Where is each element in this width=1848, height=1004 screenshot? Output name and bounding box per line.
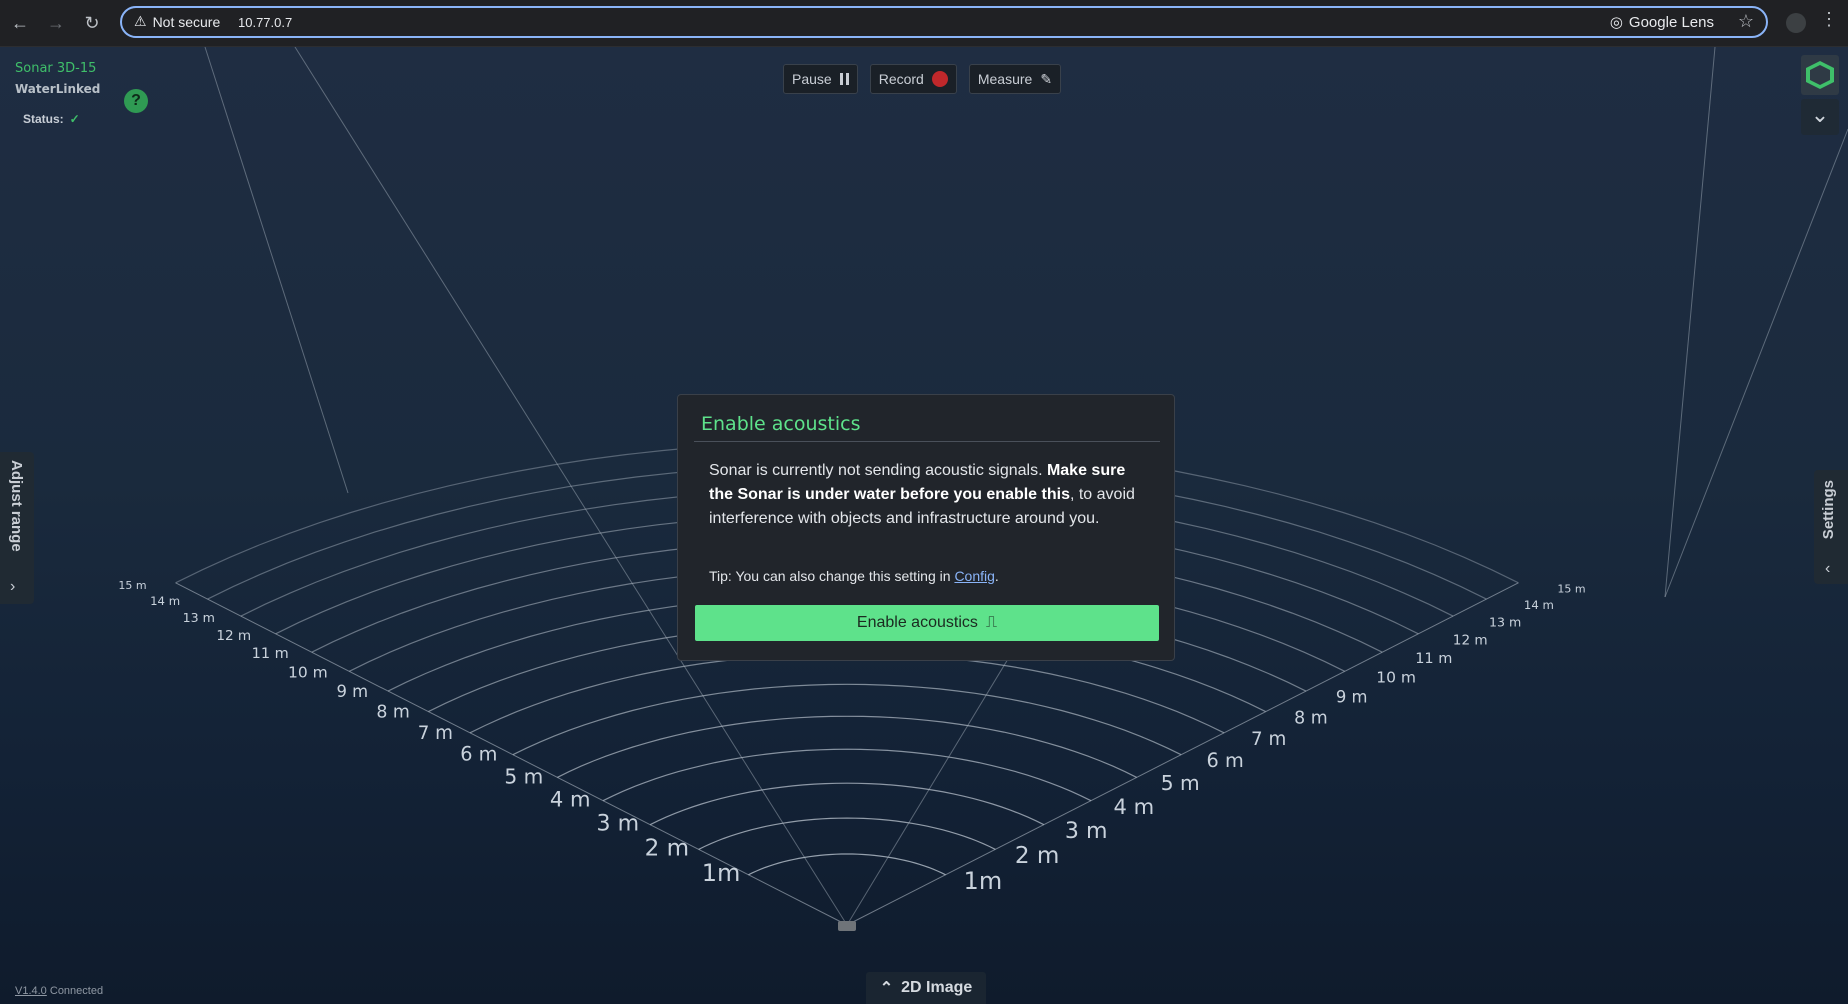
- browser-menu-icon[interactable]: ⋮: [1820, 10, 1838, 28]
- range-label-left: 7 m: [418, 723, 453, 744]
- company-logo: WaterLinked: [15, 82, 101, 96]
- range-label-right: 4 m: [1113, 794, 1154, 819]
- range-label-left: 10 m: [288, 663, 328, 681]
- frame-line-3: [204, 47, 349, 494]
- range-label-left: 2 m: [645, 835, 690, 861]
- adjust-range-label: Adjust range: [8, 460, 25, 552]
- range-label-left: 9 m: [337, 682, 369, 701]
- chevron-left-icon: ‹: [1825, 560, 1831, 577]
- range-label-left: 5 m: [504, 764, 543, 788]
- 2d-image-label: 2D Image: [901, 979, 973, 996]
- range-arc-1: [748, 853, 946, 876]
- status-label: Status:: [23, 112, 64, 126]
- dialog-title: Enable acoustics: [701, 413, 861, 435]
- enable-acoustics-dialog: Enable acoustics Sonar is currently not …: [677, 394, 1175, 661]
- warning-icon: ⚠: [134, 13, 147, 29]
- range-label-right: 12 m: [1453, 633, 1488, 649]
- range-label-right: 14 m: [1524, 598, 1554, 612]
- checkmark-icon: ✓: [69, 112, 80, 126]
- reload-icon[interactable]: ↻: [80, 11, 104, 35]
- adjust-range-panel-toggle[interactable]: Adjust range ›: [0, 452, 34, 604]
- record-icon: [931, 71, 948, 87]
- ruler-icon: ✎: [1040, 70, 1053, 87]
- back-icon[interactable]: ←: [8, 11, 32, 35]
- record-button[interactable]: Record: [869, 64, 957, 94]
- config-link[interactable]: Config: [954, 568, 994, 584]
- forward-icon[interactable]: →: [44, 11, 68, 35]
- enable-acoustics-label: Enable acoustics: [856, 614, 978, 631]
- enable-acoustics-button[interactable]: Enable acoustics ⎍: [695, 605, 1159, 641]
- view-3d-button[interactable]: [1801, 55, 1839, 95]
- version-link[interactable]: V1.4.0: [15, 985, 47, 997]
- pause-label: Pause: [792, 71, 832, 87]
- version-info: V1.4.0 Connected: [15, 985, 103, 997]
- brand: Sonar 3D-15 WaterLinked: [15, 61, 100, 96]
- range-label-left: 12 m: [216, 628, 251, 644]
- measure-label: Measure: [977, 71, 1033, 87]
- range-label-right: 7 m: [1251, 729, 1286, 750]
- dialog-tip: Tip: You can also change this setting in…: [709, 568, 999, 584]
- range-arc-4: [602, 748, 1092, 802]
- connection-status: Connected: [49, 985, 104, 997]
- range-label-right: 6 m: [1207, 749, 1244, 772]
- lens-icon: ◎: [1609, 14, 1623, 31]
- settings-panel-toggle[interactable]: Settings ‹: [1814, 470, 1848, 584]
- product-name: Sonar 3D-15: [15, 61, 97, 76]
- sonar-3d-viewport[interactable]: 1m 1m 2 m2 m3 m3 m4 m4 m5 m5 m6 m6 m7 m7 m…: [0, 47, 1848, 1004]
- chevron-down-icon[interactable]: ⌄: [1801, 99, 1839, 135]
- chevron-right-icon: ›: [10, 578, 16, 595]
- sonar-toolbar: Pause Record Measure ✎: [783, 64, 1062, 94]
- extension-icon[interactable]: [1786, 13, 1806, 33]
- bookmark-star-icon[interactable]: ☆: [1738, 11, 1754, 32]
- cube-icon: [1806, 61, 1834, 89]
- range-label-left: 15 m: [118, 579, 146, 592]
- range-label-left: 3 m: [597, 811, 640, 837]
- range-label-right: 1m: [964, 867, 1003, 895]
- url-text[interactable]: 10.77.0.7: [238, 15, 292, 30]
- range-arc-2: [698, 817, 996, 850]
- range-label-right: 13 m: [1489, 615, 1521, 630]
- security-indicator[interactable]: ⚠ Not secure: [134, 13, 220, 30]
- pulse-icon: ⎍: [985, 614, 998, 631]
- dialog-divider: [694, 441, 1160, 442]
- pause-icon: [839, 73, 849, 85]
- message-text: Sonar is currently not sending acoustic …: [709, 462, 1047, 479]
- range-label-left: 4 m: [550, 787, 591, 812]
- range-label-left: 13 m: [183, 610, 215, 625]
- pause-button[interactable]: Pause: [783, 64, 858, 94]
- settings-label: Settings: [1820, 480, 1837, 540]
- range-label-left: 6 m: [460, 743, 497, 766]
- lens-label: Google Lens: [1628, 13, 1714, 31]
- dialog-message: Sonar is currently not sending acoustic …: [709, 459, 1149, 531]
- range-label-right: 5 m: [1161, 771, 1200, 795]
- range-label-left: 8 m: [376, 703, 410, 723]
- chevron-up-icon: ⌃: [879, 980, 894, 997]
- sonar-device: [838, 921, 856, 931]
- tip-end: .: [994, 568, 999, 584]
- record-label: Record: [878, 71, 924, 87]
- range-label-right: 8 m: [1294, 709, 1328, 729]
- range-arc-6: [512, 683, 1182, 756]
- browser-toolbar: ← → ↻ ⚠ Not secure 10.77.0.7 ◎ Google Le…: [0, 0, 1848, 47]
- measure-button[interactable]: Measure ✎: [968, 64, 1062, 94]
- range-label-left: 14 m: [150, 594, 180, 608]
- range-label-right: 3 m: [1065, 818, 1108, 844]
- help-button[interactable]: ?: [124, 89, 148, 113]
- range-label-left: 11 m: [252, 646, 289, 662]
- 2d-image-tab[interactable]: ⌃ 2D Image: [866, 972, 986, 1004]
- frame-line-5: [1664, 47, 1716, 598]
- range-label-right: 2 m: [1015, 843, 1060, 869]
- google-lens-button[interactable]: ◎ Google Lens: [1609, 13, 1714, 32]
- range-label-right: 11 m: [1415, 651, 1452, 667]
- address-bar[interactable]: ⚠ Not secure 10.77.0.7 ◎ Google Lens ☆: [120, 6, 1768, 38]
- tip-text: Tip: You can also change this setting in: [709, 568, 955, 584]
- range-label-right: 9 m: [1336, 688, 1368, 707]
- range-arc-7: [469, 652, 1225, 734]
- range-arc-5: [557, 715, 1137, 778]
- security-label: Not secure: [152, 13, 221, 30]
- range-label-left: 1m: [702, 859, 741, 887]
- range-label-right: 10 m: [1376, 669, 1416, 687]
- range-label-right: 15 m: [1557, 583, 1585, 596]
- status-indicator: Status: ✓: [23, 112, 80, 126]
